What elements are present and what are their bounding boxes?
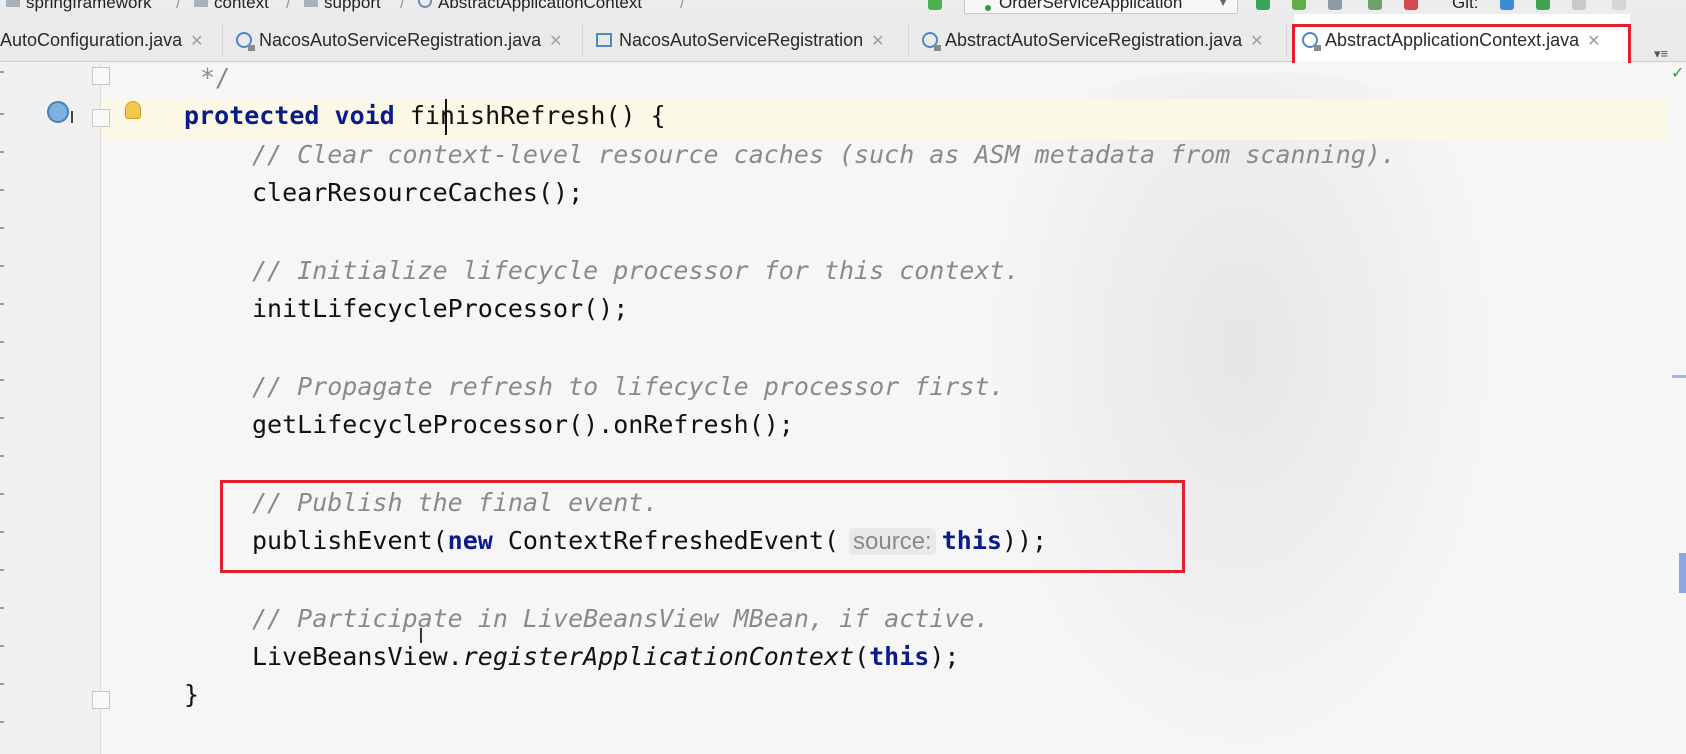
tab-nacos-auto-service-registration[interactable]: NacosAutoServiceRegistration ✕: [596, 14, 885, 62]
publish-event-highlight-box: [220, 480, 1185, 573]
tab-nacos-auto-service-registration-java[interactable]: NacosAutoServiceRegistration.java ✕: [236, 14, 563, 62]
fold-marker-icon[interactable]: [92, 109, 110, 127]
close-icon[interactable]: ✕: [1250, 33, 1263, 50]
git-commit-icon[interactable]: [1536, 0, 1550, 10]
code-editor[interactable]: */ protected void finishRefresh() { // C…: [0, 63, 1686, 754]
close-icon[interactable]: ✕: [190, 33, 203, 50]
breadcrumb-separator: /: [680, 0, 685, 12]
mouse-text-cursor-icon: I: [418, 624, 424, 648]
git-label: Git:: [1452, 0, 1479, 12]
comment-end: */: [200, 63, 231, 92]
scrollbar-marker[interactable]: [1672, 375, 1686, 378]
breadcrumb-item-support[interactable]: support: [304, 0, 381, 13]
class-icon: [418, 0, 432, 8]
git-revert-icon[interactable]: [1612, 0, 1626, 10]
breadcrumb-separator: /: [176, 0, 181, 12]
editor-gutter: [0, 63, 101, 754]
tab-autoconfiguration[interactable]: AutoConfiguration.java ✕: [0, 14, 204, 62]
code-comment: // Initialize lifecycle processor for th…: [252, 256, 1020, 285]
text-caret: [445, 99, 447, 135]
fold-marker-icon[interactable]: [92, 691, 110, 709]
class-icon: [236, 32, 255, 51]
lightbulb-icon[interactable]: [125, 101, 141, 119]
inspection-ok-check-icon[interactable]: ✓: [1671, 63, 1684, 83]
breadcrumb-separator: /: [400, 0, 405, 12]
folder-icon: [304, 0, 318, 7]
override-method-icon[interactable]: [47, 101, 73, 123]
git-history-icon[interactable]: [1572, 0, 1586, 10]
background-watermark-image: [980, 73, 1500, 754]
closing-brace: }: [184, 680, 200, 709]
run-status-dot-icon: [985, 5, 991, 11]
scrollbar-thumb[interactable]: [1679, 553, 1686, 593]
breadcrumb-item-class[interactable]: AbstractApplicationContext: [418, 0, 642, 13]
navigation-bar: springframework / context / support / Ab…: [0, 0, 1686, 14]
code-statement: clearResourceCaches();: [252, 178, 584, 207]
fold-marker-icon[interactable]: [92, 67, 110, 85]
breadcrumb-item-context[interactable]: context: [194, 0, 269, 13]
coverage-icon[interactable]: [1328, 0, 1342, 10]
tab-abstract-auto-service-registration[interactable]: AbstractAutoServiceRegistration.java ✕: [922, 14, 1264, 62]
code-comment: // Participate in LiveBeansView MBean, i…: [252, 604, 990, 633]
code-comment: // Propagate refresh to lifecycle proces…: [252, 372, 1005, 401]
run-icon[interactable]: [1256, 0, 1270, 10]
run-configuration-select[interactable]: OrderServiceApplication ▼: [964, 0, 1238, 14]
breadcrumb-item-springframework[interactable]: springframework: [6, 0, 152, 13]
folder-icon: [6, 0, 20, 7]
git-update-icon[interactable]: [1500, 0, 1514, 10]
code-statement: getLifecycleProcessor().onRefresh();: [252, 410, 794, 439]
close-icon[interactable]: ✕: [549, 33, 562, 50]
profile-icon[interactable]: [1368, 0, 1382, 10]
debug-icon[interactable]: [1292, 0, 1306, 10]
stop-icon[interactable]: [1404, 0, 1418, 10]
code-statement: initLifecycleProcessor();: [252, 294, 629, 323]
folder-icon: [194, 0, 208, 7]
class-icon: [922, 32, 941, 51]
breadcrumb-separator: /: [286, 0, 291, 12]
method-signature: protected void finishRefresh() {: [184, 101, 666, 130]
code-statement: LiveBeansView.registerApplicationContext…: [252, 642, 960, 671]
chevron-down-icon: ▼: [1217, 0, 1229, 9]
close-icon[interactable]: ✕: [871, 33, 884, 50]
structure-icon: [596, 33, 612, 47]
build-hammer-icon[interactable]: [928, 0, 942, 10]
code-comment: // Clear context-level resource caches (…: [252, 140, 1396, 169]
